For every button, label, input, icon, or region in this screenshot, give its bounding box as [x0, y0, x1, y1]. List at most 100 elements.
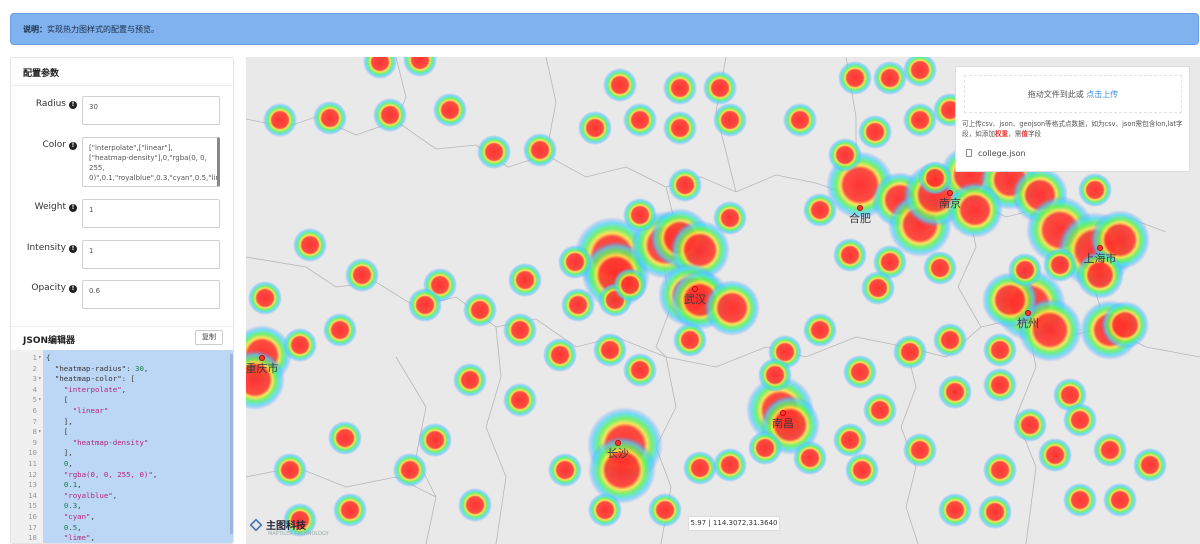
heat-blob [873, 61, 907, 95]
heat-blob [1093, 433, 1127, 467]
info-icon[interactable]: ! [69, 142, 77, 150]
heat-blob [838, 61, 872, 95]
editor-line[interactable]: 7 ], [11, 417, 233, 428]
weight-input[interactable]: 1 [82, 199, 220, 228]
heat-blob [418, 423, 452, 457]
intensity-input[interactable]: 1 [82, 240, 220, 269]
city-marker[interactable] [857, 204, 864, 211]
heat-blob [558, 245, 592, 279]
editor-line[interactable]: 11 0, [11, 459, 233, 470]
notice-label: 说明： [23, 25, 47, 34]
drop-text: 拖动文件到此或 [1027, 90, 1084, 99]
json-editor-title: JSON编辑器 [23, 336, 76, 346]
city-marker[interactable] [614, 439, 621, 446]
radius-input[interactable]: 30 [82, 96, 220, 125]
heat-blob [1133, 448, 1167, 482]
heat-blob [333, 493, 367, 527]
city-marker[interactable] [258, 354, 265, 361]
heat-blob [463, 293, 497, 327]
heat-blob [938, 375, 972, 409]
heat-blob [623, 198, 657, 232]
heat-blob [393, 453, 427, 487]
heat-blob [588, 493, 622, 527]
heat-blob [903, 103, 937, 137]
upload-tip: 可上传csv、json、geojson等格式点数据，如为csv、json需包含l… [962, 120, 1183, 138]
editor-line[interactable]: 3 ▾ "heatmap-color": [ [11, 374, 233, 385]
heat-blob [248, 281, 282, 315]
city-label: 长沙 [607, 447, 629, 460]
heat-blob [543, 338, 577, 372]
city-marker[interactable] [947, 189, 954, 196]
city-marker[interactable] [1097, 244, 1104, 251]
heat-blob [1103, 483, 1137, 517]
heat-blob [803, 193, 837, 227]
info-icon[interactable]: ! [69, 101, 77, 109]
weight-label: Weight [34, 202, 66, 212]
heat-blob [578, 111, 612, 145]
heat-blob [1063, 483, 1097, 517]
heat-blob [508, 263, 542, 297]
file-drop-zone[interactable]: 拖动文件到此或 点击上传 [964, 75, 1182, 113]
city-marker[interactable] [691, 285, 698, 292]
heat-blob [328, 421, 362, 455]
heat-blob [408, 288, 442, 322]
json-editor[interactable]: 1 ▾{2 "heatmap-radius": 30, 3 ▾ "heatmap-co… [11, 350, 233, 543]
upload-link[interactable]: 点击上传 [1086, 90, 1118, 99]
heat-blob [983, 333, 1017, 367]
heat-blob [503, 313, 537, 347]
heat-blob [433, 93, 467, 127]
upload-panel: 拖动文件到此或 点击上传 可上传csv、json、geojson等格式点数据，如… [955, 66, 1190, 172]
notice-text: 实现热力图样式的配置与预览。 [47, 25, 159, 34]
city-label: 重庆市 [246, 361, 279, 375]
info-icon[interactable]: ! [69, 204, 77, 212]
editor-line[interactable]: 8 ▾ [ [11, 427, 233, 438]
editor-line[interactable]: 4 "interpolate", [11, 385, 233, 396]
heat-blob [1013, 408, 1047, 442]
city-marker[interactable] [1025, 309, 1032, 316]
brand-logo: 主图科技 [249, 517, 306, 532]
editor-line[interactable]: 10 ], [11, 448, 233, 459]
heat-blob [793, 441, 827, 475]
heat-blob [673, 323, 707, 357]
heat-blob [663, 71, 697, 105]
heat-blob [603, 68, 637, 102]
logo-icon [249, 518, 263, 532]
heat-blob [663, 111, 697, 145]
color-input[interactable]: ["interpolate",["linear"],["heatmap-dens… [82, 137, 220, 187]
editor-line[interactable]: 9 "heatmap-density" [11, 438, 233, 449]
opacity-input[interactable]: 0.6 [82, 280, 220, 309]
heat-blob [861, 271, 895, 305]
heat-blob [828, 138, 862, 172]
city-label: 合肥 [849, 211, 871, 225]
info-icon[interactable]: ! [69, 245, 77, 253]
heat-blob [748, 431, 782, 465]
copy-button[interactable]: 复制 [195, 330, 223, 345]
heat-blob [978, 495, 1012, 529]
file-name: college.json [978, 149, 1026, 158]
heat-blob [783, 103, 817, 137]
uploaded-file[interactable]: college.json [966, 149, 1026, 158]
editor-line[interactable]: 12 "rgba(0, 0, 255, 0)", [11, 470, 233, 481]
editor-line[interactable]: 17 0.5, [11, 523, 233, 534]
editor-line[interactable]: 6 "linear" [11, 406, 233, 417]
config-title: 配置参数 [11, 58, 233, 86]
heat-blob [938, 493, 972, 527]
editor-line[interactable]: 16 "cyan", [11, 512, 233, 523]
notice-bar: 说明：实现热力图样式的配置与预览。 [10, 13, 1199, 45]
city-marker[interactable] [780, 409, 787, 416]
heat-blob [1038, 438, 1072, 472]
heat-blob [263, 103, 297, 137]
heat-blob [863, 393, 897, 427]
info-icon[interactable]: ! [69, 285, 77, 293]
editor-line[interactable]: 18 "lime", [11, 533, 233, 543]
editor-line[interactable]: 13 0.1, [11, 480, 233, 491]
editor-line[interactable]: 15 0.3, [11, 501, 233, 512]
heat-blob [845, 453, 879, 487]
json-editor-header: JSON编辑器 复制 [11, 326, 233, 350]
editor-line[interactable]: 5 ▾ [ [11, 395, 233, 406]
heat-blob [683, 451, 717, 485]
editor-line[interactable]: 1 ▾{ [11, 353, 233, 364]
editor-line[interactable]: 2 "heatmap-radius": 30, [11, 364, 233, 375]
city-label: 南京 [939, 196, 961, 210]
editor-line[interactable]: 14 "royalblue", [11, 491, 233, 502]
